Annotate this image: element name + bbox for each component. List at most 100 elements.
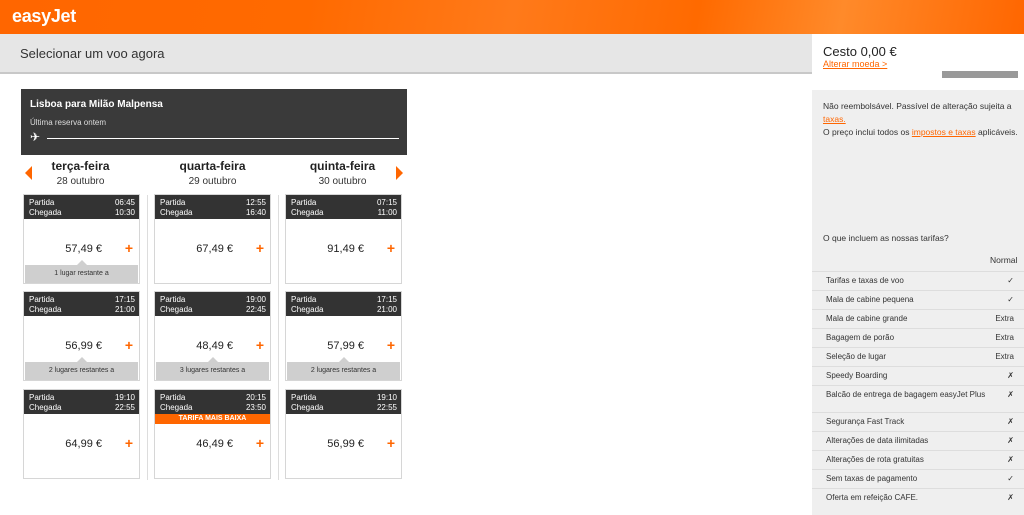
flight-card[interactable]: Partida 19:10 Chegada 22:55 64,99 € + — [23, 389, 140, 479]
fees-link[interactable]: taxas. — [823, 114, 846, 124]
add-flight-plus-icon[interactable]: + — [256, 240, 264, 256]
flight-card[interactable]: Partida 19:10 Chegada 22:55 56,99 € + — [285, 389, 402, 479]
flight-price: 56,99 € — [65, 340, 102, 352]
feature-value: ✗ — [1007, 436, 1014, 445]
seats-remaining-note: 2 lugares restantes a — [287, 357, 400, 380]
day-header[interactable]: quarta-feira 29 outubro — [154, 159, 271, 187]
feature-label: Bagagem de porão — [826, 333, 895, 342]
change-currency-link[interactable]: Alterar moeda > — [823, 59, 887, 69]
taxes-link[interactable]: impostos e taxas — [912, 127, 976, 137]
column-divider — [147, 195, 148, 480]
add-flight-plus-icon[interactable]: + — [387, 337, 395, 353]
departure-label: Partida — [29, 198, 55, 207]
departure-time: 20:15 — [245, 393, 266, 402]
departure-label: Partida — [291, 198, 317, 207]
flight-card[interactable]: Partida 20:15 Chegada 23:50 TARIFA MAIS BAIX… — [154, 389, 271, 479]
day-header[interactable]: quinta-feira 30 outubro — [284, 159, 401, 187]
feature-label: Alterações de data ilimitadas — [826, 436, 929, 445]
feature-label: Sem taxas de pagamento — [826, 474, 918, 483]
flight-card[interactable]: Partida 19:00 Chegada 22:45 48,49 € +3 lugare… — [154, 291, 271, 381]
feature-value: Extra — [995, 314, 1014, 323]
feature-value: Extra — [995, 352, 1014, 361]
arrival-time: 10:30 — [114, 208, 135, 217]
basket-progress-bar — [942, 71, 1018, 78]
feature-label: Alterações de rota gratuitas — [826, 455, 924, 464]
arrival-label: Chegada — [160, 403, 193, 412]
arrival-label: Chegada — [291, 305, 324, 314]
feature-value: Extra — [995, 333, 1014, 342]
add-flight-plus-icon[interactable]: + — [125, 337, 133, 353]
departure-label: Partida — [160, 198, 186, 207]
flight-times-bar: Partida 19:00 Chegada 22:45 — [155, 292, 270, 316]
feature-value: ✓ — [1007, 295, 1014, 304]
feature-label: Mala de cabine grande — [826, 314, 908, 323]
seats-remaining-note: 3 lugares restantes a — [156, 357, 269, 380]
fare-feature-row: Mala de cabine grande Extra — [812, 309, 1024, 328]
easyjet-logo[interactable]: easyJet — [12, 6, 76, 27]
feature-value: ✓ — [1007, 276, 1014, 285]
includes-title: O que incluem as nossas tarifas? — [823, 233, 949, 243]
arrival-time: 21:00 — [114, 305, 135, 314]
arrival-time: 22:55 — [376, 403, 397, 412]
fare-note: Não reembolsável. Passível de alteração … — [823, 100, 1019, 139]
page-title: Selecionar um voo agora — [20, 46, 165, 61]
flight-card[interactable]: Partida 17:15 Chegada 21:00 56,99 € +2 lugare… — [23, 291, 140, 381]
departure-time: 17:15 — [114, 295, 135, 304]
column-divider — [278, 195, 279, 480]
add-flight-plus-icon[interactable]: + — [125, 435, 133, 451]
add-flight-plus-icon[interactable]: + — [256, 337, 264, 353]
feature-label: Oferta em refeição CAFE. — [826, 493, 919, 502]
day-header[interactable]: terça-feira 28 outubro — [22, 159, 139, 187]
add-flight-plus-icon[interactable]: + — [256, 435, 264, 451]
arrival-label: Chegada — [160, 305, 193, 314]
flight-price: 91,49 € — [327, 243, 364, 255]
feature-value: ✗ — [1007, 455, 1014, 464]
departure-label: Partida — [29, 393, 55, 402]
day-date: 30 outubro — [318, 176, 367, 187]
flight-card[interactable]: Partida 17:15 Chegada 21:00 57,99 € +2 lugare… — [285, 291, 402, 381]
flight-card[interactable]: Partida 12:55 Chegada 16:40 67,49 € + — [154, 194, 271, 284]
fare-column-header: Normal — [990, 255, 1018, 265]
departure-time: 19:00 — [245, 295, 266, 304]
departure-time: 12:55 — [245, 198, 266, 207]
route-line — [47, 138, 399, 139]
arrival-label: Chegada — [160, 208, 193, 217]
fare-feature-row: Alterações de data ilimitadas ✗ — [812, 431, 1024, 450]
add-flight-plus-icon[interactable]: + — [125, 240, 133, 256]
flight-times-bar: Partida 19:10 Chegada 22:55 — [286, 390, 401, 414]
flight-times-bar: Partida 19:10 Chegada 22:55 — [24, 390, 139, 414]
departure-time: 07:15 — [376, 198, 397, 207]
arrival-time: 22:55 — [114, 403, 135, 412]
feature-label: Speedy Boarding — [826, 371, 888, 380]
fare-feature-row: Speedy Boarding ✗ — [812, 366, 1024, 385]
route-title: Lisboa para Milão Malpensa — [30, 99, 163, 110]
top-bar: easyJet — [0, 0, 1024, 34]
flight-times-bar: Partida 20:15 Chegada 23:50 — [155, 390, 270, 414]
plane-icon: ✈ — [30, 130, 41, 144]
feature-label: Seleção de lugar — [826, 352, 887, 361]
lowest-fare-badge: TARIFA MAIS BAIXA — [155, 414, 270, 424]
feature-label: Balcão de entrega de bagagem easyJet Plu… — [826, 390, 986, 399]
fare-feature-row: Bagagem de porão Extra — [812, 328, 1024, 347]
departure-time: 17:15 — [376, 295, 397, 304]
arrival-label: Chegada — [291, 208, 324, 217]
day-name: quinta-feira — [309, 159, 376, 173]
add-flight-plus-icon[interactable]: + — [387, 435, 395, 451]
departure-time: 06:45 — [114, 198, 135, 207]
flight-times-bar: Partida 12:55 Chegada 16:40 — [155, 195, 270, 219]
feature-value: ✗ — [1007, 493, 1014, 502]
arrival-time: 11:00 — [377, 208, 397, 217]
page-header: Selecionar um voo agora — [0, 34, 812, 74]
flight-card[interactable]: Partida 06:45 Chegada 10:30 57,49 € +1 lugar … — [23, 194, 140, 284]
fare-feature-row: Seleção de lugar Extra — [812, 347, 1024, 366]
flight-times-bar: Partida 07:15 Chegada 11:00 — [286, 195, 401, 219]
flight-card[interactable]: Partida 07:15 Chegada 11:00 91,49 € + — [285, 194, 402, 284]
flight-price: 67,49 € — [196, 243, 233, 255]
arrival-label: Chegada — [29, 208, 62, 217]
departure-label: Partida — [160, 393, 186, 402]
route-subtitle: Última reserva ontem — [30, 118, 107, 127]
arrival-time: 16:40 — [245, 208, 266, 217]
fare-note-text: aplicáveis. — [978, 127, 1018, 137]
flight-times-bar: Partida 17:15 Chegada 21:00 — [24, 292, 139, 316]
add-flight-plus-icon[interactable]: + — [387, 240, 395, 256]
